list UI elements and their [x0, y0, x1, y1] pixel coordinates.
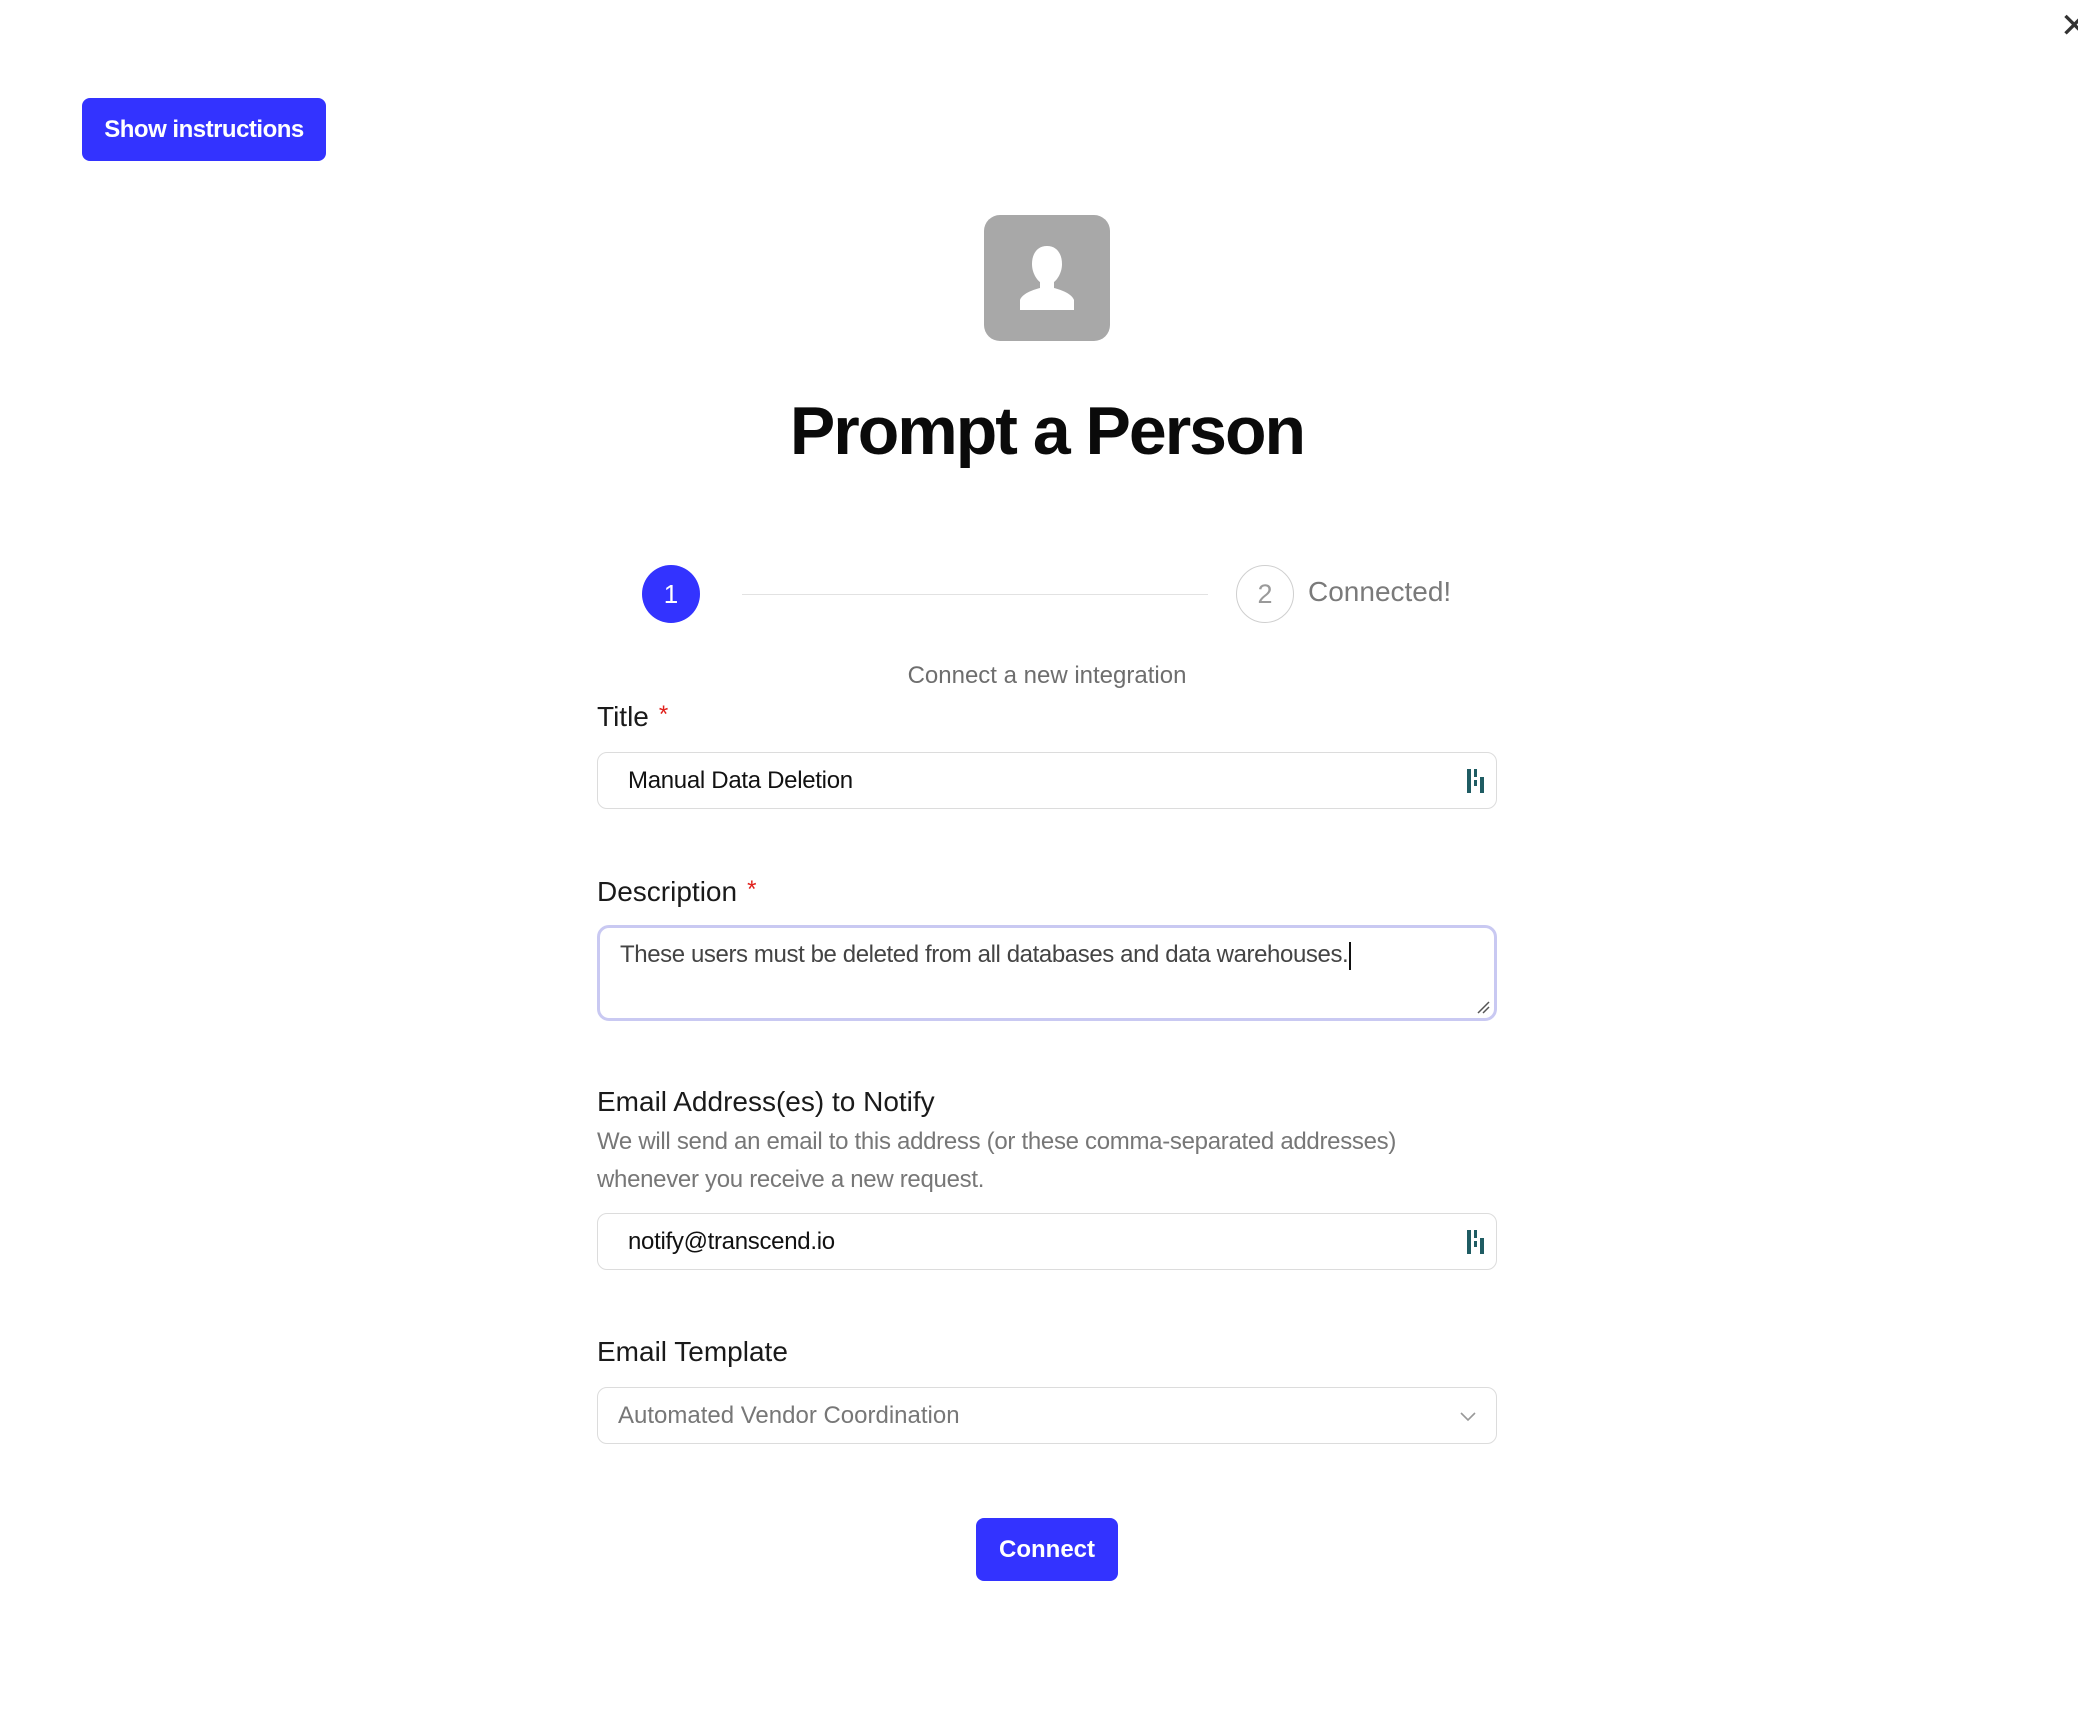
title-label-text: Title	[597, 701, 649, 732]
title-input[interactable]: Manual Data Deletion	[597, 752, 1497, 809]
person-icon	[984, 215, 1110, 341]
email-template-label: Email Template	[597, 1336, 788, 1368]
description-textarea[interactable]: These users must be deleted from all dat…	[597, 925, 1497, 1021]
email-help-line-2: whenever you receive a new request.	[597, 1166, 985, 1193]
step-1-indicator: 1	[642, 565, 700, 623]
step-2-number: 2	[1257, 578, 1273, 609]
step-2-indicator: 2	[1236, 565, 1294, 623]
close-icon[interactable]: ✕	[2060, 8, 2078, 44]
title-field-label: Title *	[597, 701, 668, 733]
step-2-label: Connected!	[1308, 576, 1452, 607]
text-caret	[1349, 941, 1352, 970]
description-textarea-value: These users must be deleted from all dat…	[620, 941, 1352, 970]
required-marker: *	[747, 876, 757, 903]
email-template-selected-value: Automated Vendor Coordination	[618, 1402, 960, 1429]
email-field-label: Email Address(es) to Notify	[597, 1086, 935, 1118]
email-input-value: notify@transcend.io	[628, 1228, 835, 1255]
required-marker: *	[658, 701, 669, 728]
email-template-label-text: Email Template	[597, 1336, 788, 1367]
password-manager-icon[interactable]	[1466, 1228, 1488, 1256]
password-manager-icon[interactable]	[1466, 767, 1488, 795]
email-help-line-1: We will send an email to this address (o…	[597, 1128, 1397, 1155]
email-label-text: Email Address(es) to Notify	[597, 1086, 935, 1117]
show-instructions-button[interactable]: Show instructions	[82, 98, 326, 161]
title-input-value: Manual Data Deletion	[628, 767, 853, 794]
description-field-label: Description *	[597, 876, 756, 908]
email-template-select[interactable]: Automated Vendor Coordination	[597, 1387, 1497, 1444]
resize-handle-icon[interactable]	[1476, 1000, 1490, 1014]
step-1-number: 1	[663, 578, 679, 609]
connect-button[interactable]: Connect	[976, 1518, 1118, 1581]
stepper-connector	[742, 594, 1208, 595]
form-subtitle: Connect a new integration	[907, 662, 1187, 689]
page-title: Prompt a Person	[789, 393, 1306, 469]
email-input[interactable]: notify@transcend.io	[597, 1213, 1497, 1270]
chevron-down-icon	[1460, 1412, 1476, 1422]
email-help-text: We will send an email to this address (o…	[597, 1123, 1477, 1199]
description-text: These users must be deleted from all dat…	[620, 941, 1349, 968]
description-label-text: Description	[597, 876, 738, 907]
